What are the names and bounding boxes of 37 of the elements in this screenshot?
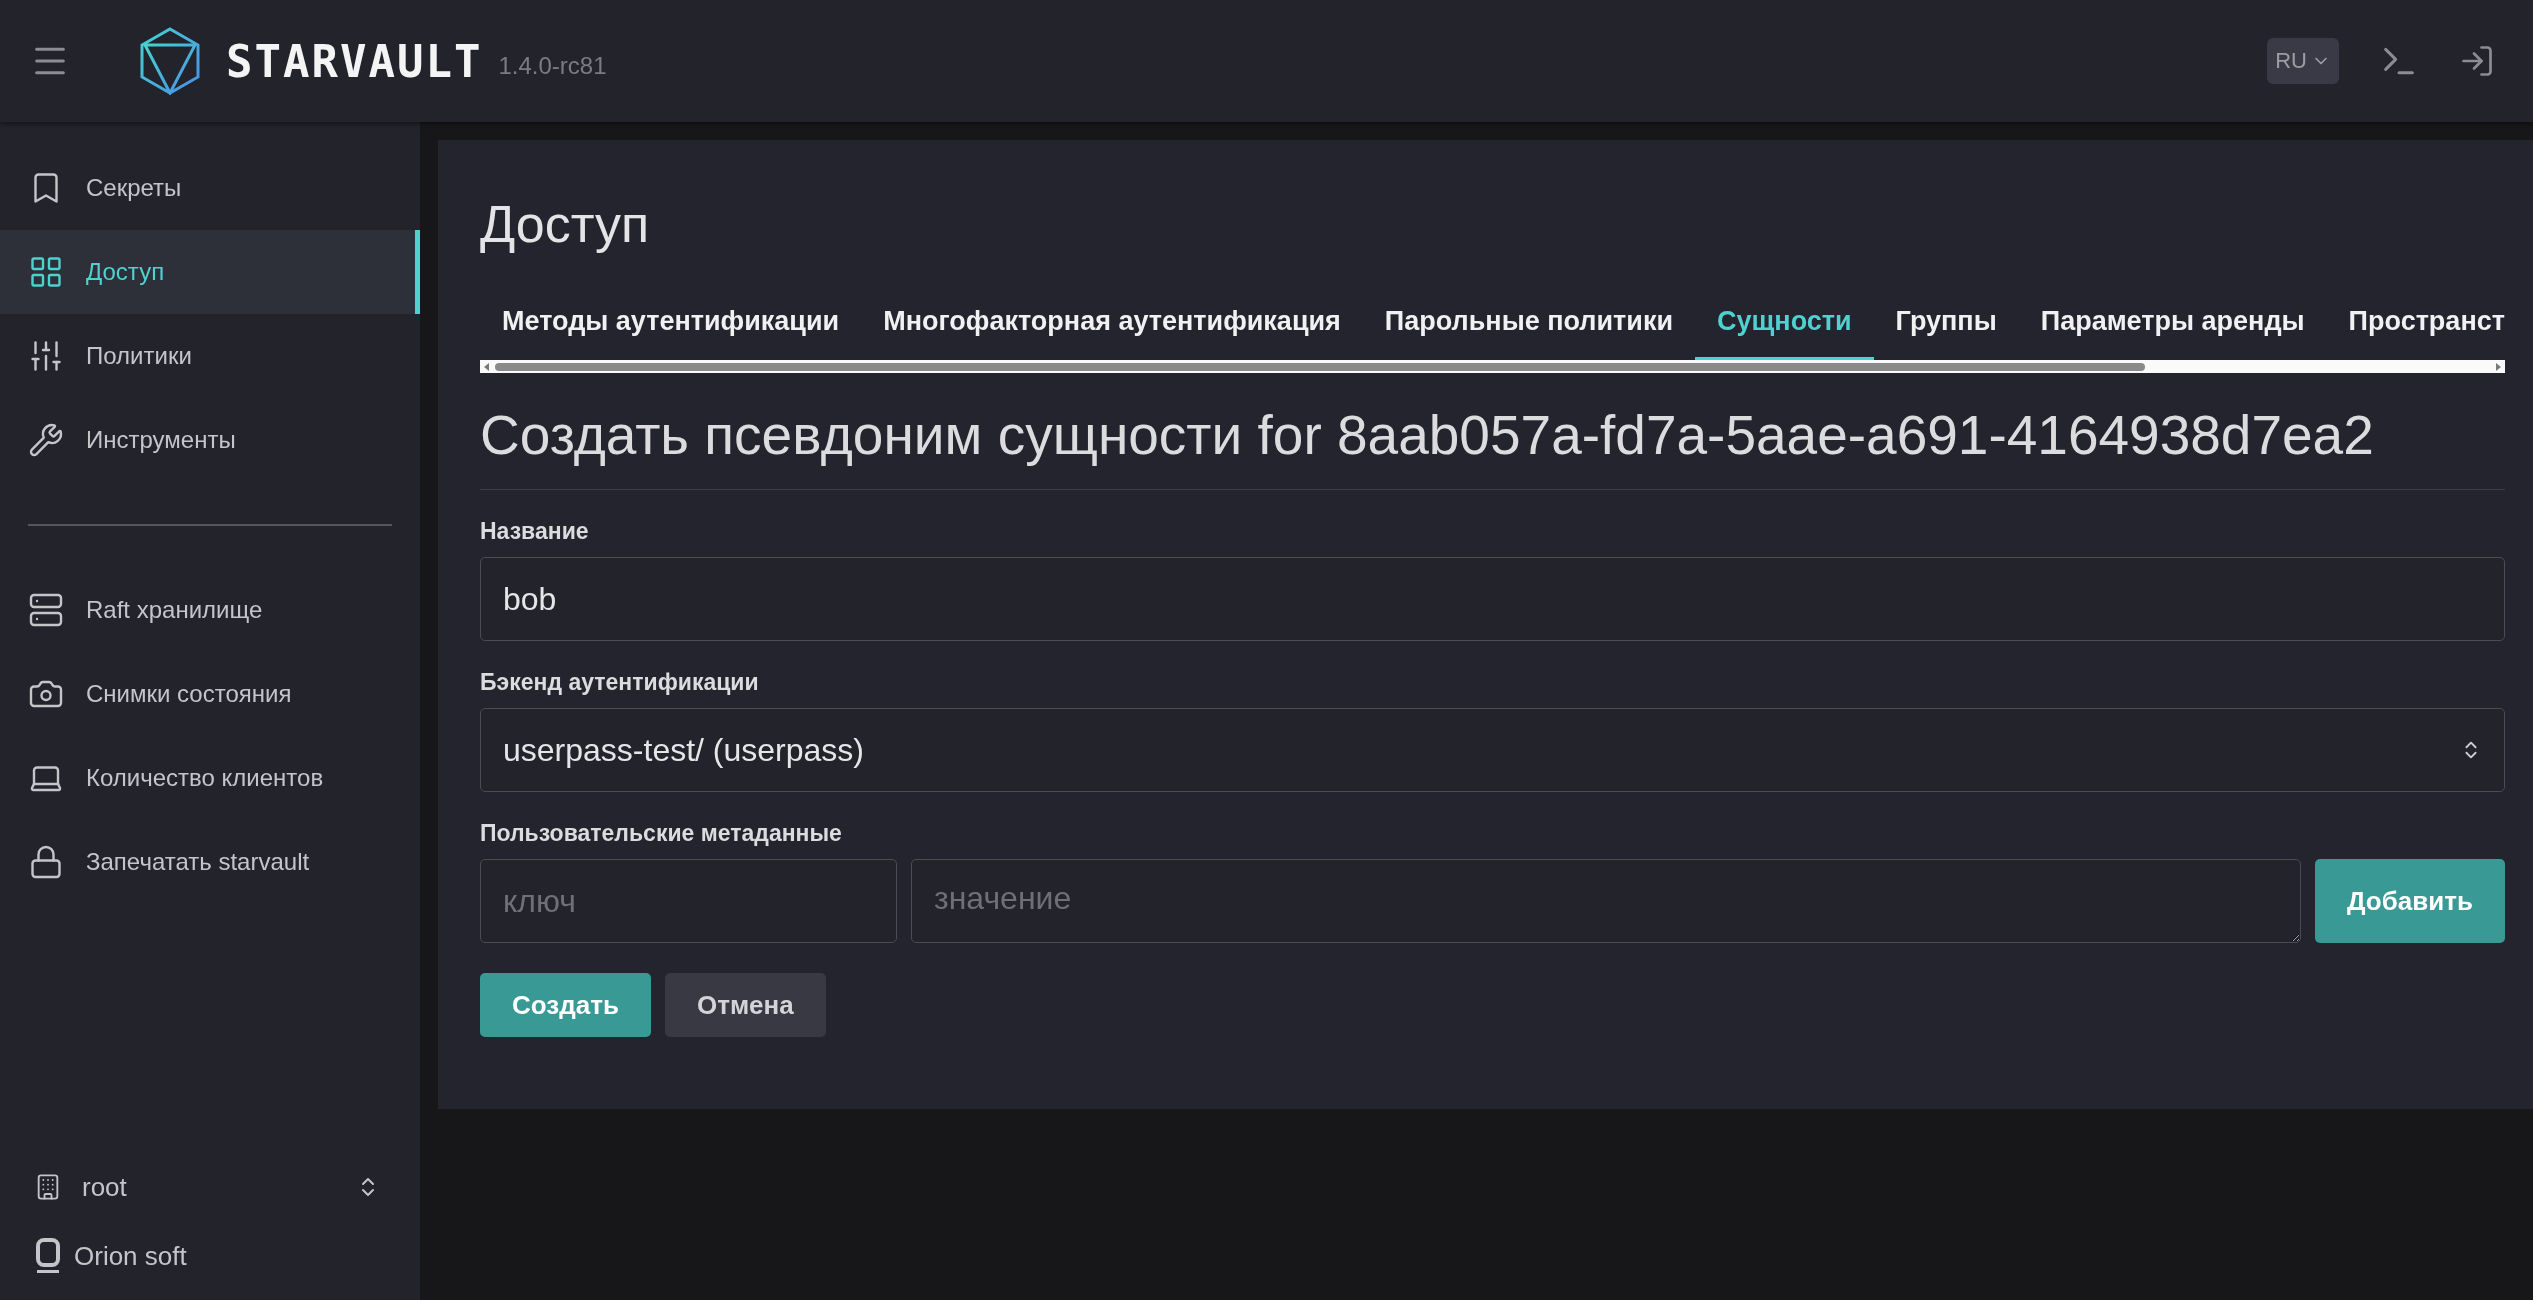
server-icon xyxy=(28,592,64,628)
lock-icon xyxy=(28,844,64,880)
page-title: Доступ xyxy=(480,194,651,254)
backend-select[interactable]: userpass-test/ (userpass) xyxy=(480,708,2505,792)
sidebar-item[interactable]: Запечатать starvault xyxy=(0,820,420,904)
wrench-icon xyxy=(28,422,64,458)
grid-icon xyxy=(28,254,64,290)
sidebar-item[interactable]: Снимки состояния xyxy=(0,652,420,736)
language-select[interactable]: RU xyxy=(2267,38,2339,84)
logo-text: STARVAULT xyxy=(226,35,483,87)
tab[interactable]: Методы аутентификации xyxy=(480,298,862,360)
sliders-icon xyxy=(28,338,64,374)
version-label: 1.4.0-rc81 xyxy=(498,52,607,80)
company-icon xyxy=(36,1238,60,1274)
sidebar-item[interactable]: Raft хранилище xyxy=(0,568,420,652)
sidebar-item[interactable]: Секреты xyxy=(0,146,420,230)
tab[interactable]: Многофакторная аутентификация xyxy=(861,298,1363,360)
tab[interactable]: Пространст xyxy=(2326,298,2505,360)
key-field[interactable]: ключ xyxy=(480,859,897,943)
company-name: Orion soft xyxy=(74,1240,187,1272)
sidebar-item[interactable]: Инструменты xyxy=(0,398,420,482)
field-label: Пользовательские метаданные xyxy=(480,820,843,847)
field-label: Название xyxy=(480,518,590,545)
namespace-select[interactable]: root xyxy=(0,1150,380,1224)
logo-icon xyxy=(140,27,200,95)
horizontal-scrollbar[interactable] xyxy=(480,360,2505,373)
tab[interactable]: Группы xyxy=(1873,298,2019,360)
tab[interactable]: Парольные политики xyxy=(1362,298,1696,360)
sidebar-item[interactable]: Количество клиентов xyxy=(0,736,420,820)
name-field[interactable]: bob xyxy=(480,557,2505,641)
cancel-button[interactable]: Отмена xyxy=(664,973,826,1037)
tab[interactable]: Параметры аренды xyxy=(2018,298,2327,360)
value-field[interactable]: значение xyxy=(911,859,2301,943)
sidebar-item[interactable]: Доступ xyxy=(0,230,420,314)
form-heading: Создать псевдоним сущности for 8aab057a-fd7a-5aae-a691-4164938d7ea2 xyxy=(480,403,2505,490)
sidebar-item[interactable]: Политики xyxy=(0,314,420,398)
field-label: Бэкенд аутентификации xyxy=(480,669,760,696)
